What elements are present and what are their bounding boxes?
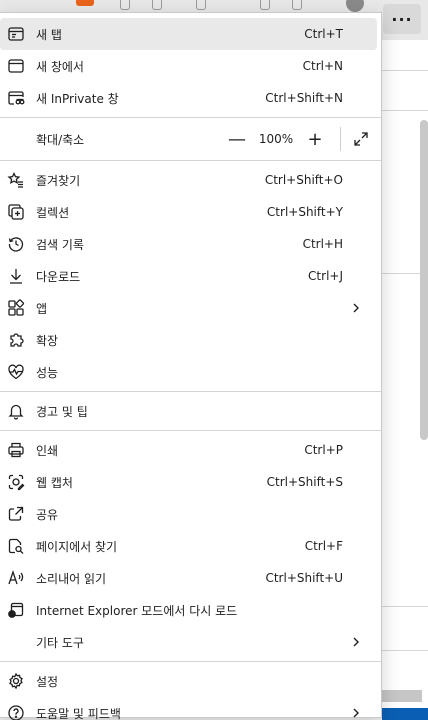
menu-separator bbox=[0, 661, 381, 662]
menu-item-history[interactable]: 검색 기록 Ctrl+H bbox=[0, 228, 377, 260]
menu-item-label: 설정 bbox=[36, 674, 59, 689]
menu-item-new-window[interactable]: 새 창에서 Ctrl+N bbox=[0, 50, 377, 82]
menu-item-favorites[interactable]: 즐겨찾기 Ctrl+Shift+O bbox=[0, 164, 377, 196]
settings-and-more-menu: 새 탭 Ctrl+T 새 창에서 Ctrl+N 새 InPrivate 창 Ct… bbox=[0, 12, 382, 720]
menu-item-new-tab[interactable]: 새 탭 Ctrl+T bbox=[0, 18, 377, 50]
ie-icon bbox=[2, 594, 30, 626]
vertical-scrollbar[interactable] bbox=[420, 120, 428, 440]
tab-icon-fragment bbox=[260, 0, 270, 10]
tab-favicon-fragment bbox=[76, 0, 94, 6]
menu-separator bbox=[0, 430, 381, 431]
menu-item-label: 경고 및 팁 bbox=[36, 404, 88, 419]
zoom-out-button[interactable]: — bbox=[226, 128, 248, 150]
menu-item-performance[interactable]: 성능 bbox=[0, 356, 377, 388]
menu-item-downloads[interactable]: 다운로드 Ctrl+J bbox=[0, 260, 377, 292]
capture-icon bbox=[2, 466, 30, 498]
menu-item-label: Internet Explorer 모드에서 다시 로드 bbox=[36, 603, 238, 618]
settings-and-more-button[interactable]: ··· bbox=[383, 4, 421, 34]
menu-item-label: 공유 bbox=[36, 507, 59, 522]
menu-item-ie-mode[interactable]: Internet Explorer 모드에서 다시 로드 bbox=[0, 594, 377, 626]
shortcut-label: Ctrl+J bbox=[308, 269, 343, 283]
menu-item-print[interactable]: 인쇄 Ctrl+P bbox=[0, 434, 377, 466]
tab-icon-fragment bbox=[152, 0, 162, 10]
taskbar-fragment bbox=[382, 708, 428, 720]
divider bbox=[382, 110, 428, 111]
shortcut-label: Ctrl+T bbox=[304, 27, 343, 41]
zoom-in-button[interactable]: + bbox=[304, 128, 326, 150]
tab-icon-fragment bbox=[292, 0, 302, 10]
history-icon bbox=[2, 228, 30, 260]
menu-item-collections[interactable]: 컬렉션 Ctrl+Shift+Y bbox=[0, 196, 377, 228]
star-list-icon bbox=[2, 164, 30, 196]
shortcut-label: Ctrl+Shift+O bbox=[264, 173, 343, 187]
divider bbox=[382, 70, 428, 71]
divider bbox=[382, 606, 428, 607]
printer-icon bbox=[2, 434, 30, 466]
puzzle-icon bbox=[2, 324, 30, 356]
menu-item-label: 기타 도구 bbox=[36, 635, 84, 650]
menu-item-new-inprivate[interactable]: 새 InPrivate 창 Ctrl+Shift+N bbox=[0, 82, 377, 114]
menu-item-settings[interactable]: 설정 bbox=[0, 665, 377, 697]
new-window-icon bbox=[2, 50, 30, 82]
menu-item-more-tools[interactable]: 기타 도구 bbox=[0, 626, 377, 658]
menu-separator bbox=[0, 117, 381, 118]
menu-item-apps[interactable]: 앱 bbox=[0, 292, 377, 324]
shortcut-label: Ctrl+Shift+N bbox=[265, 91, 343, 105]
menu-item-label: 앱 bbox=[36, 301, 48, 316]
menu-item-help-feedback[interactable]: 도움말 및 피드백 bbox=[0, 697, 377, 720]
shortcut-label: Ctrl+Shift+Y bbox=[266, 205, 343, 219]
chevron-right-icon bbox=[349, 706, 363, 720]
menu-item-label: 확장 bbox=[36, 333, 59, 348]
menu-item-find-on-page[interactable]: 페이지에서 찾기 Ctrl+F bbox=[0, 530, 377, 562]
shortcut-label: Ctrl+H bbox=[302, 237, 343, 251]
horizontal-scrollbar[interactable] bbox=[382, 690, 422, 702]
zoom-divider bbox=[340, 127, 341, 151]
tab-icon-fragment bbox=[120, 0, 130, 10]
shortcut-label: Ctrl+N bbox=[302, 59, 343, 73]
zoom-controls: — 100% + bbox=[226, 121, 371, 157]
share-icon bbox=[2, 498, 30, 530]
divider bbox=[382, 650, 428, 651]
zoom-level: 100% bbox=[258, 132, 294, 146]
chevron-right-icon bbox=[349, 635, 363, 649]
read-aloud-icon bbox=[2, 562, 30, 594]
menu-item-web-capture[interactable]: 웹 캡처 Ctrl+Shift+S bbox=[0, 466, 377, 498]
profile-avatar[interactable] bbox=[346, 0, 364, 12]
menu-item-alerts-tips[interactable]: 경고 및 팁 bbox=[0, 395, 377, 427]
menu-item-zoom: 확대/축소 — 100% + bbox=[0, 121, 377, 157]
find-icon bbox=[2, 530, 30, 562]
gear-icon bbox=[2, 665, 30, 697]
download-icon bbox=[2, 260, 30, 292]
menu-separator bbox=[0, 160, 381, 161]
menu-item-label: 도움말 및 피드백 bbox=[36, 706, 121, 720]
shortcut-label: Ctrl+Shift+S bbox=[266, 475, 343, 489]
shortcut-label: Ctrl+P bbox=[304, 443, 343, 457]
heartbeat-icon bbox=[2, 356, 30, 388]
menu-item-read-aloud[interactable]: 소리내어 읽기 Ctrl+Shift+U bbox=[0, 562, 377, 594]
fullscreen-icon[interactable] bbox=[351, 129, 371, 149]
menu-item-share[interactable]: 공유 bbox=[0, 498, 377, 530]
bell-icon bbox=[2, 395, 30, 427]
menu-item-label: 성능 bbox=[36, 365, 59, 380]
help-icon bbox=[2, 697, 30, 720]
shortcut-label: Ctrl+F bbox=[304, 539, 343, 553]
inprivate-icon bbox=[2, 82, 30, 114]
shortcut-label: Ctrl+Shift+U bbox=[265, 571, 343, 585]
collections-icon bbox=[2, 196, 30, 228]
chevron-right-icon bbox=[349, 301, 363, 315]
menu-separator bbox=[0, 391, 381, 392]
new-tab-icon bbox=[2, 18, 30, 50]
menu-item-extensions[interactable]: 확장 bbox=[0, 324, 377, 356]
apps-icon bbox=[2, 292, 30, 324]
tab-icon-fragment bbox=[196, 0, 206, 10]
